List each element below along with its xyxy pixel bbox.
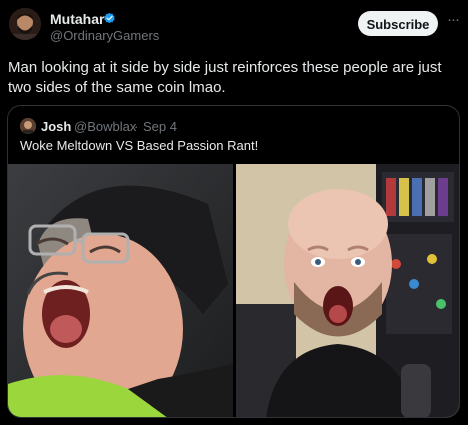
shouting-man-image <box>236 164 459 417</box>
quoted-tweet[interactable]: Josh @Bowblax · Sep 4 Woke Meltdown VS B… <box>7 105 460 418</box>
quote-text: Woke Meltdown VS Based Passion Rant! <box>20 138 259 153</box>
quote-date[interactable]: Sep 4 <box>143 119 177 134</box>
quote-author-handle[interactable]: @Bowblax <box>74 119 136 134</box>
subscribe-button[interactable]: Subscribe <box>358 11 438 36</box>
quote-author-avatar[interactable] <box>20 118 36 134</box>
tweet: Mutahar @OrdinaryGamers Subscribe ··· Ma… <box>0 0 468 425</box>
author-handle[interactable]: @OrdinaryGamers <box>50 28 159 43</box>
quote-media[interactable] <box>8 164 459 417</box>
media-left-image[interactable] <box>8 164 233 417</box>
quote-separator: · <box>134 119 139 134</box>
post-text: Man looking at it side by side just rein… <box>8 59 442 96</box>
author-display-name[interactable]: Mutahar <box>50 11 104 27</box>
author-avatar[interactable] <box>9 8 41 40</box>
more-icon[interactable]: ··· <box>444 12 462 31</box>
media-right-image[interactable] <box>236 164 459 417</box>
quote-author-avatar-image <box>20 118 36 134</box>
screaming-person-image <box>8 164 233 417</box>
quote-author-name[interactable]: Josh <box>41 119 71 134</box>
verified-badge-icon <box>104 12 115 24</box>
author-avatar-image <box>9 8 41 40</box>
